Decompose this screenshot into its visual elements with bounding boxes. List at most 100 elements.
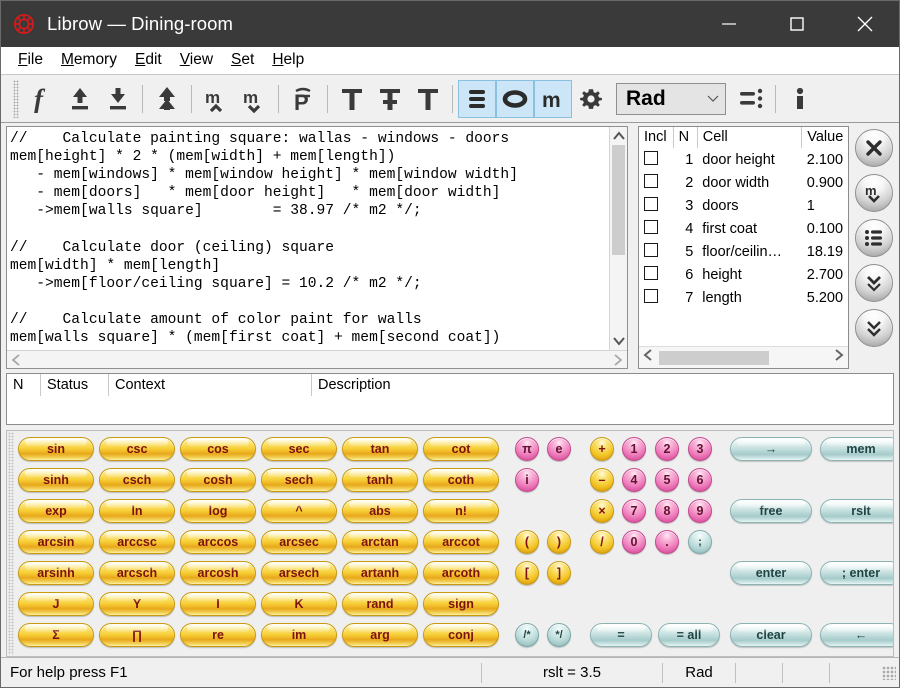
key-sech[interactable]: sech [261, 468, 337, 492]
equals-button[interactable]: = [590, 623, 652, 647]
enter-button[interactable]: enter [730, 561, 812, 585]
key-arcsin[interactable]: arcsin [18, 530, 94, 554]
key-comment-[interactable]: /* [515, 623, 539, 647]
key-digit-semicolon[interactable]: ; [688, 530, 712, 554]
scroll-right-button[interactable] [609, 353, 627, 367]
text-bottom-button[interactable] [409, 80, 447, 118]
text-middle-button[interactable] [371, 80, 409, 118]
editor-vscroll-thumb[interactable] [612, 145, 625, 255]
key-arctan[interactable]: arctan [342, 530, 418, 554]
key-arccot[interactable]: arccot [423, 530, 499, 554]
memory-col-value[interactable]: Value [802, 127, 848, 148]
memory-hscroll-thumb[interactable] [659, 350, 769, 365]
log-col-n[interactable]: N [7, 374, 41, 396]
minimize-button[interactable] [695, 1, 763, 47]
key-sign[interactable]: sign [423, 592, 499, 616]
key-op-–[interactable]: – [590, 468, 614, 492]
memory-row[interactable]: 1 door height 2.100 [639, 148, 848, 171]
memory-row-include-checkbox[interactable] [639, 286, 673, 309]
memory-row-include-checkbox[interactable] [639, 171, 673, 194]
key-const-([interactable]: ( [515, 530, 539, 554]
key-const-e[interactable]: e [547, 437, 571, 461]
key-arcosh[interactable]: arcosh [180, 561, 256, 585]
key-const-][interactable]: ] [547, 561, 571, 585]
key-I[interactable]: I [180, 592, 256, 616]
menu-file[interactable]: File [9, 50, 52, 71]
key-arcsch[interactable]: arcsch [99, 561, 175, 585]
memory-row[interactable]: 4 first coat 0.100 [639, 217, 848, 240]
log-col-description[interactable]: Description [312, 374, 893, 396]
key-arcsec[interactable]: arcsec [261, 530, 337, 554]
delete-cell-button[interactable] [855, 129, 893, 167]
editor-vertical-scrollbar[interactable] [609, 127, 627, 350]
key-K[interactable]: K [261, 592, 337, 616]
key-coth[interactable]: coth [423, 468, 499, 492]
key-[interactable]: ∏ [99, 623, 175, 647]
menu-help[interactable]: Help [263, 50, 313, 71]
log-col-context[interactable]: Context [109, 374, 312, 396]
free-button[interactable]: free [730, 499, 812, 523]
key-const-)[interactable]: ) [547, 530, 571, 554]
key-op-/[interactable]: / [590, 530, 614, 554]
memory-row-include-checkbox[interactable] [639, 194, 673, 217]
key-sec[interactable]: sec [261, 437, 337, 461]
menu-view[interactable]: View [171, 50, 222, 71]
assign-button[interactable]: → [730, 437, 812, 461]
memory-row-include-checkbox[interactable] [639, 148, 673, 171]
memory-col-n[interactable]: N [673, 127, 698, 148]
key-[interactable]: Σ [18, 623, 94, 647]
key-[interactable]: ^ [261, 499, 337, 523]
log-col-status[interactable]: Status [41, 374, 109, 396]
key-csch[interactable]: csch [99, 468, 175, 492]
key-op-+[interactable]: + [590, 437, 614, 461]
scroll-down-button[interactable] [610, 332, 627, 350]
key-rand[interactable]: rand [342, 592, 418, 616]
key-ln[interactable]: ln [99, 499, 175, 523]
show-memory-toggle[interactable]: m [534, 79, 572, 118]
key-Y[interactable]: Y [99, 592, 175, 616]
key-cot[interactable]: cot [423, 437, 499, 461]
memory-row-include-checkbox[interactable] [639, 217, 673, 240]
angle-mode-select[interactable]: Rad [616, 82, 726, 115]
function-button[interactable]: f [23, 80, 61, 118]
semicolon-enter-button[interactable]: ; enter [820, 561, 893, 585]
show-oval-toggle[interactable] [496, 79, 534, 118]
list-cells-button[interactable] [855, 219, 893, 257]
memory-col-cell[interactable]: Cell [697, 127, 803, 148]
key-arcoth[interactable]: arcoth [423, 561, 499, 585]
memory-row[interactable]: 2 door width 0.900 [639, 171, 848, 194]
memory-row[interactable]: 5 floor/ceilin… 18.19 [639, 240, 848, 263]
key-digit-3[interactable]: 3 [688, 437, 712, 461]
rslt-button[interactable]: rslt [820, 499, 893, 523]
show-list-toggle[interactable] [458, 79, 496, 118]
memory-down-button[interactable]: m [855, 174, 893, 212]
key-digit-6[interactable]: 6 [688, 468, 712, 492]
key-digit-8[interactable]: 8 [655, 499, 679, 523]
code-editor-text[interactable]: // Calculate painting square: wallas - w… [7, 127, 609, 350]
paste-memory-button[interactable]: P [284, 80, 322, 118]
editor-vscroll-track[interactable] [610, 145, 627, 332]
mem-button[interactable]: mem [820, 437, 893, 461]
key-n[interactable]: n! [423, 499, 499, 523]
info-button[interactable] [781, 80, 819, 118]
key-arsech[interactable]: arsech [261, 561, 337, 585]
key-digit-9[interactable]: 9 [688, 499, 712, 523]
key-J[interactable]: J [18, 592, 94, 616]
memory-row[interactable]: 6 height 2.700 [639, 263, 848, 286]
text-top-button[interactable] [333, 80, 371, 118]
maximize-button[interactable] [763, 1, 831, 47]
run-button[interactable] [148, 80, 186, 118]
key-arccos[interactable]: arccos [180, 530, 256, 554]
key-arg[interactable]: arg [342, 623, 418, 647]
clear-button[interactable]: clear [730, 623, 812, 647]
key-arsinh[interactable]: arsinh [18, 561, 94, 585]
key-artanh[interactable]: artanh [342, 561, 418, 585]
memory-row-include-checkbox[interactable] [639, 263, 673, 286]
load-button[interactable] [61, 80, 99, 118]
key-digit-7[interactable]: 7 [622, 499, 646, 523]
key-cos[interactable]: cos [180, 437, 256, 461]
memory-up-button[interactable]: m [197, 80, 235, 118]
key-const-i[interactable]: i [515, 468, 539, 492]
scroll-left-button[interactable] [7, 353, 25, 367]
key-im[interactable]: im [261, 623, 337, 647]
